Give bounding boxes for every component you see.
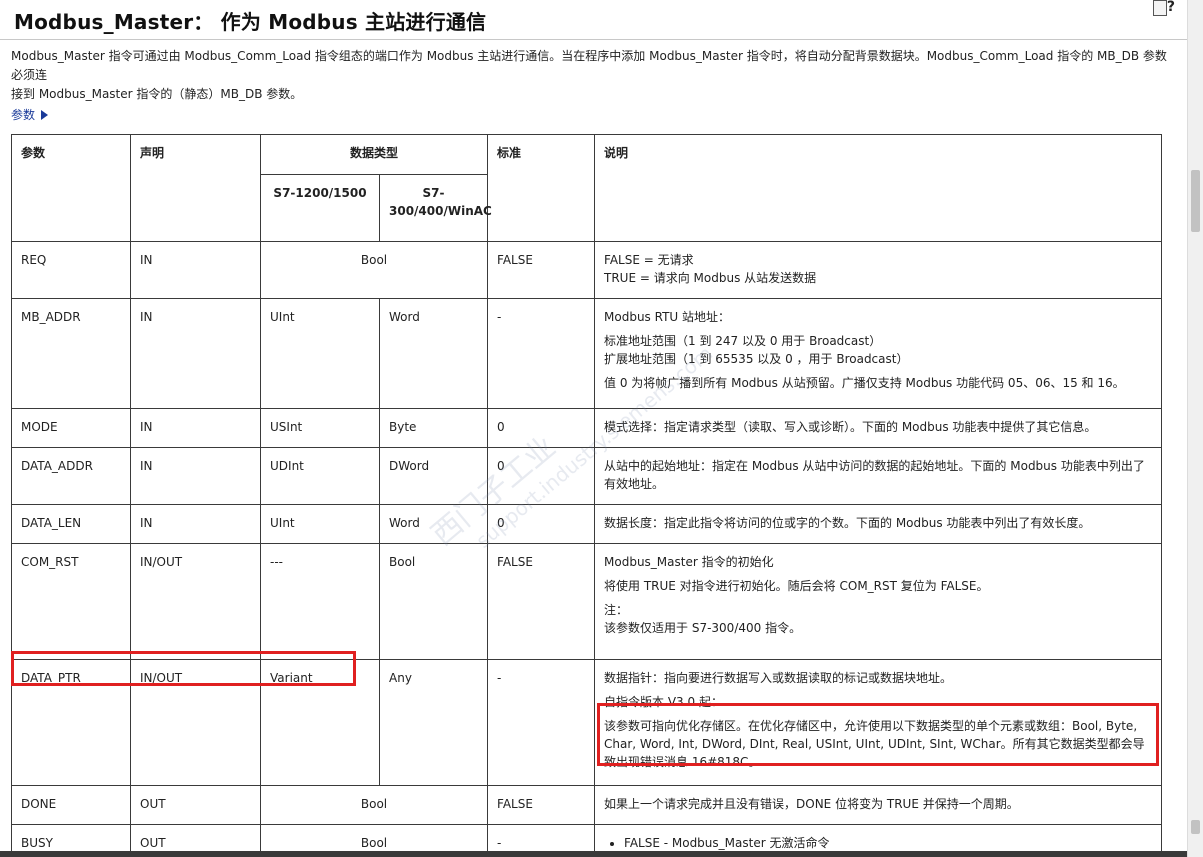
cell-datatype: Bool xyxy=(259,785,489,825)
table-header-row: 参数 声明 数据类型 标准 说明 xyxy=(11,134,1163,242)
cell-param: MODE xyxy=(11,408,131,448)
desc-line: 注： xyxy=(604,603,629,617)
desc-line: TRUE = 请求向 Modbus 从站发送数据 xyxy=(604,271,817,285)
cell-description: Modbus_Master 指令的初始化 将使用 TRUE 对指令进行初始化。随… xyxy=(594,543,1163,660)
desc-line: 该参数可指向优化存储区。在优化存储区中，允许使用以下数据类型的单个元素或数组：B… xyxy=(604,719,1145,769)
scrollbar-thumb-lower[interactable] xyxy=(1191,820,1200,834)
cell-declaration: IN xyxy=(130,447,261,505)
cell-type-300: Any xyxy=(378,659,489,786)
cell-type-1200: --- xyxy=(260,543,380,660)
table-row: REQ IN Bool FALSE FALSE = 无请求 TRUE = 请求向… xyxy=(11,241,1163,299)
header-datatype: 数据类型 xyxy=(259,134,489,175)
cell-standard: - xyxy=(487,298,596,409)
header-description: 说明 xyxy=(594,134,1163,242)
list-item: FALSE - Modbus_Master 无激活命令 xyxy=(624,834,1152,852)
cell-description: 从站中的起始地址：指定在 Modbus 从站中访问的数据的起始地址。下面的 Mo… xyxy=(594,447,1163,505)
cell-declaration: IN/OUT xyxy=(130,543,261,660)
cell-declaration: IN xyxy=(130,504,261,544)
cell-declaration: OUT xyxy=(130,785,261,825)
parameter-table: 参数 声明 数据类型 标准 说明 S7-1200/1500 S7-300/400… xyxy=(11,134,1163,857)
desc-line: Modbus RTU 站地址： xyxy=(604,310,731,324)
header-param: 参数 xyxy=(11,134,131,242)
cell-param: DATA_PTR xyxy=(11,659,131,786)
cell-type-1200: Variant xyxy=(260,659,380,786)
desc-line: 从站中的起始地址：指定在 Modbus 从站中访问的数据的起始地址。下面的 Mo… xyxy=(604,459,1145,491)
desc-line: 扩展地址范围（1 到 65535 以及 0 ，用于 Broadcast） xyxy=(604,352,909,366)
header-s7-1200: S7-1200/1500 xyxy=(260,174,380,242)
desc-line: 数据指针：指向要进行数据写入或数据读取的标记或数据块地址。 xyxy=(604,671,953,685)
content-area: Modbus_Master 指令可通过由 Modbus_Comm_Load 指令… xyxy=(0,40,1187,857)
desc-line: FALSE = 无请求 xyxy=(604,253,694,267)
cell-type-300: Word xyxy=(378,298,489,409)
header-s7-300: S7-300/400/WinAC xyxy=(378,174,492,242)
cell-type-1200: UInt xyxy=(260,504,380,544)
help-icon[interactable] xyxy=(1153,0,1175,16)
header-standard: 标准 xyxy=(487,134,596,242)
cell-param: DATA_LEN xyxy=(11,504,131,544)
cell-type-300: Bool xyxy=(378,543,489,660)
cell-type-1200: UInt xyxy=(260,298,380,409)
cell-description: 模式选择：指定请求类型（读取、写入或诊断）。下面的 Modbus 功能表中提供了… xyxy=(594,408,1163,448)
busy-bullet-list: FALSE - Modbus_Master 无激活命令 xyxy=(604,834,1152,852)
table-row: DATA_PTR IN/OUT Variant Any - 数据指针：指向要进行… xyxy=(11,659,1163,786)
cell-type-1200: UDInt xyxy=(260,447,380,505)
cell-param: MB_ADDR xyxy=(11,298,131,409)
intro-line-2: 接到 Modbus_Master 指令的（静态）MB_DB 参数。 xyxy=(11,87,303,101)
page-title: Modbus_Master： 作为 Modbus 主站进行通信 xyxy=(14,10,487,34)
cell-standard: FALSE xyxy=(487,785,596,825)
cell-description: 如果上一个请求完成并且没有错误，DONE 位将变为 TRUE 并保持一个周期。 xyxy=(594,785,1163,825)
cell-param: COM_RST xyxy=(11,543,131,660)
bottom-edge-bar xyxy=(0,851,1187,857)
cell-param: REQ xyxy=(11,241,131,299)
desc-line: 自指令版本 V3.0 起： xyxy=(604,695,723,709)
table-row: COM_RST IN/OUT --- Bool FALSE Modbus_Mas… xyxy=(11,543,1163,660)
desc-line: 数据长度：指定此指令将访问的位或字的个数。下面的 Modbus 功能表中列出了有… xyxy=(604,516,1091,530)
desc-line: 模式选择：指定请求类型（读取、写入或诊断）。下面的 Modbus 功能表中提供了… xyxy=(604,420,1097,434)
cell-description: Modbus RTU 站地址： 标准地址范围（1 到 247 以及 0 用于 B… xyxy=(594,298,1163,409)
cell-declaration: IN xyxy=(130,241,261,299)
cell-declaration: IN/OUT xyxy=(130,659,261,786)
desc-line: 值 0 为将帧广播到所有 Modbus 从站预留。广播仅支持 Modbus 功能… xyxy=(604,376,1125,390)
cell-standard: 0 xyxy=(487,408,596,448)
cell-description: 数据长度：指定此指令将访问的位或字的个数。下面的 Modbus 功能表中列出了有… xyxy=(594,504,1163,544)
desc-line: 标准地址范围（1 到 247 以及 0 用于 Broadcast） xyxy=(604,334,882,348)
table-row: MB_ADDR IN UInt Word - Modbus RTU 站地址： 标… xyxy=(11,298,1163,409)
cell-declaration: IN xyxy=(130,408,261,448)
desc-line: 将使用 TRUE 对指令进行初始化。随后会将 COM_RST 复位为 FALSE… xyxy=(604,579,989,593)
cell-standard: FALSE xyxy=(487,543,596,660)
desc-line: Modbus_Master 指令的初始化 xyxy=(604,555,774,569)
cell-param: DATA_ADDR xyxy=(11,447,131,505)
header-declaration: 声明 xyxy=(130,134,261,242)
vertical-scrollbar[interactable] xyxy=(1187,0,1203,857)
cell-type-300: Word xyxy=(378,504,489,544)
cell-description: FALSE = 无请求 TRUE = 请求向 Modbus 从站发送数据 xyxy=(594,241,1163,299)
table-row: DONE OUT Bool FALSE 如果上一个请求完成并且没有错误，DONE… xyxy=(11,785,1163,825)
cell-declaration: IN xyxy=(130,298,261,409)
cell-type-1200: USInt xyxy=(260,408,380,448)
scrollbar-thumb[interactable] xyxy=(1191,170,1200,232)
desc-line: 该参数仅适用于 S7-300/400 指令。 xyxy=(604,621,802,635)
desc-line: 如果上一个请求完成并且没有错误，DONE 位将变为 TRUE 并保持一个周期。 xyxy=(604,797,1019,811)
cell-description: 数据指针：指向要进行数据写入或数据读取的标记或数据块地址。 自指令版本 V3.0… xyxy=(594,659,1163,786)
table-row: DATA_LEN IN UInt Word 0 数据长度：指定此指令将访问的位或… xyxy=(11,504,1163,544)
cell-datatype: Bool xyxy=(259,241,489,299)
triangle-right-icon xyxy=(41,109,49,120)
cell-standard: FALSE xyxy=(487,241,596,299)
cell-standard: - xyxy=(487,659,596,786)
cell-standard: 0 xyxy=(487,447,596,505)
intro-text: Modbus_Master 指令可通过由 Modbus_Comm_Load 指令… xyxy=(11,47,1176,104)
cell-param: DONE xyxy=(11,785,131,825)
cell-type-300: DWord xyxy=(378,447,489,505)
cell-standard: 0 xyxy=(487,504,596,544)
page-header: Modbus_Master： 作为 Modbus 主站进行通信 xyxy=(0,0,1187,40)
intro-line-1: Modbus_Master 指令可通过由 Modbus_Comm_Load 指令… xyxy=(11,49,1167,82)
params-link-label[interactable]: 参数 xyxy=(11,106,35,123)
cell-type-300: Byte xyxy=(378,408,489,448)
table-row: MODE IN USInt Byte 0 模式选择：指定请求类型（读取、写入或诊… xyxy=(11,408,1163,448)
params-section-link[interactable]: 参数 xyxy=(11,106,49,123)
table-row: DATA_ADDR IN UDInt DWord 0 从站中的起始地址：指定在 … xyxy=(11,447,1163,505)
